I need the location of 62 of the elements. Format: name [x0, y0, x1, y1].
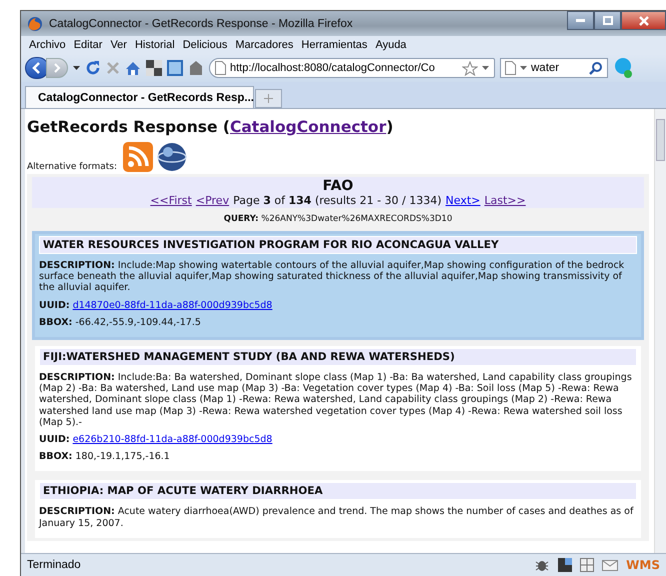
uuid-label: UUID: [39, 300, 70, 311]
globe-icon[interactable] [157, 142, 187, 172]
search-field[interactable]: water [500, 58, 608, 78]
bookmark-icon[interactable] [188, 60, 204, 76]
search-icon[interactable] [589, 61, 603, 75]
menu-item[interactable]: Herramientas [297, 37, 372, 53]
record-description: DESCRIPTION: Include:Ba: Ba watershed, Dominant slope class (Map 1) -Ba: Ba watershed, Land capability class groupings (Map 2) -Ba: Ba watershed, Land use map (Map 3) -Ba: Vegetation cover types (Map 4) -Ba: Soil loss (Map 5) -Rewa: Rewa watershed, Dominant slope class (Map 1) -Rewa: Rewa watershed, Land capability class groupings (Map 2) -Rewa: Rewa watershed land use map (Map 3) -Rewa: Rewa watershed vegetation cover types (Map 4) -Rewa: Rewa watershed soil loss (Map 5).- [39, 372, 633, 428]
bookmark-icon[interactable] [146, 60, 162, 76]
status-text: Terminado [27, 559, 82, 571]
uuid-link[interactable]: e626b210-88fd-11da-a88f-000d939bc5d8 [72, 434, 272, 446]
last-page-link[interactable]: Last>> [484, 194, 526, 207]
maximize-icon [602, 16, 612, 25]
star-icon[interactable] [462, 60, 478, 76]
grid-icon[interactable] [580, 558, 594, 572]
dropdown-caret-icon[interactable] [73, 66, 80, 70]
next-page-link[interactable]: Next> [446, 194, 480, 207]
vertical-scrollbar[interactable] [654, 109, 666, 553]
browser-logo-icon [27, 16, 43, 32]
record-card[interactable]: ETHIOPIA: MAP OF ACUTE WATERY DIARRHOEA DESCRIPTION: Acute watery diarrhoea(AWD) prevalence and trend. The map shows the number of cases and deathes as of January 15, 2007. [32, 477, 644, 541]
query-text: QUERY: %26ANY%3Dwater%26MAXRECORDS%3D10 [222, 213, 454, 226]
close-button[interactable] [621, 11, 666, 30]
page-heading: GetRecords Response (CatalogConnector) [27, 118, 394, 136]
menu-item[interactable]: Archivo [25, 37, 70, 53]
maximize-button[interactable] [594, 11, 621, 30]
address-field[interactable]: http://localhost:8080/catalogConnector/Co [209, 58, 495, 78]
menu-item[interactable]: Delicious [178, 37, 232, 53]
uuid-link[interactable]: d14870e0-88fd-11da-a88f-000d939bc5d8 [72, 300, 272, 311]
close-icon [638, 16, 648, 26]
menu-item[interactable]: Marcadores [231, 37, 298, 53]
dropdown-caret-icon[interactable] [482, 66, 489, 70]
record-card[interactable] [32, 231, 644, 340]
envelope-icon[interactable] [602, 560, 618, 570]
record-title: FIJI:WATERSHED MANAGEMENT STUDY (BA AND REWA WATERSHEDS) [39, 348, 637, 366]
alternative-formats-label: Alternative formats: [27, 162, 117, 172]
uuid-label: UUID: [39, 434, 70, 446]
record-description: DESCRIPTION: Include:Map showing watertable contours of the alluvial aquifer,Map showing configuration of the bedrock surface beneath the alluvial aquifer,Map showing saturated thickness of the alluvial aquifer,Map showing transmissivity of the alluvial aquifer. [39, 260, 626, 294]
menu-item[interactable]: Ayuda [371, 37, 410, 53]
browser-tab[interactable]: CatalogConnector - GetRecords Resp... [25, 86, 254, 108]
page-icon [505, 61, 516, 75]
record-title: WATER RESOURCES INVESTIGATION PROGRAM FOR RIO ACONCAGUA VALLEY [39, 236, 637, 254]
page-info: Page 3 of 134 (results 21 - 30 / 1334) [233, 194, 442, 207]
menu-item[interactable]: Editar [70, 37, 106, 53]
heading-link[interactable]: CatalogConnector [230, 118, 386, 136]
window-icon[interactable] [558, 558, 572, 572]
first-page-link[interactable]: <<First [150, 194, 192, 207]
minimize-icon [576, 19, 585, 22]
minimize-button[interactable] [567, 11, 594, 30]
source-title: FAO [322, 178, 354, 194]
home-icon[interactable] [125, 60, 141, 76]
menu-item[interactable]: Ver [106, 37, 131, 53]
record-description: DESCRIPTION: Acute watery diarrhoea(AWD) prevalence and trend. The map shows the number of cases and deathes as of January 15, 2007. [39, 506, 634, 529]
dropdown-caret-icon[interactable] [520, 66, 527, 70]
plus-icon [264, 94, 273, 103]
window-title: CatalogConnector - GetRecords Response - Mozilla Firefox [49, 18, 354, 30]
bookmark-icon[interactable] [167, 60, 183, 76]
record-title: ETHIOPIA: MAP OF ACUTE WATERY DIARRHOEA [39, 482, 637, 500]
reload-icon[interactable] [85, 60, 101, 76]
previous-page-link[interactable]: <Prev [196, 194, 230, 207]
bbox-text: BBOX: 180,-19.1,175,-16.1 [39, 451, 171, 462]
bbox-text: BBOX: -66.42,-55.9,-109.44,-17.5 [39, 316, 202, 328]
menu-item[interactable]: Historial [130, 37, 179, 53]
page-icon [215, 61, 226, 75]
